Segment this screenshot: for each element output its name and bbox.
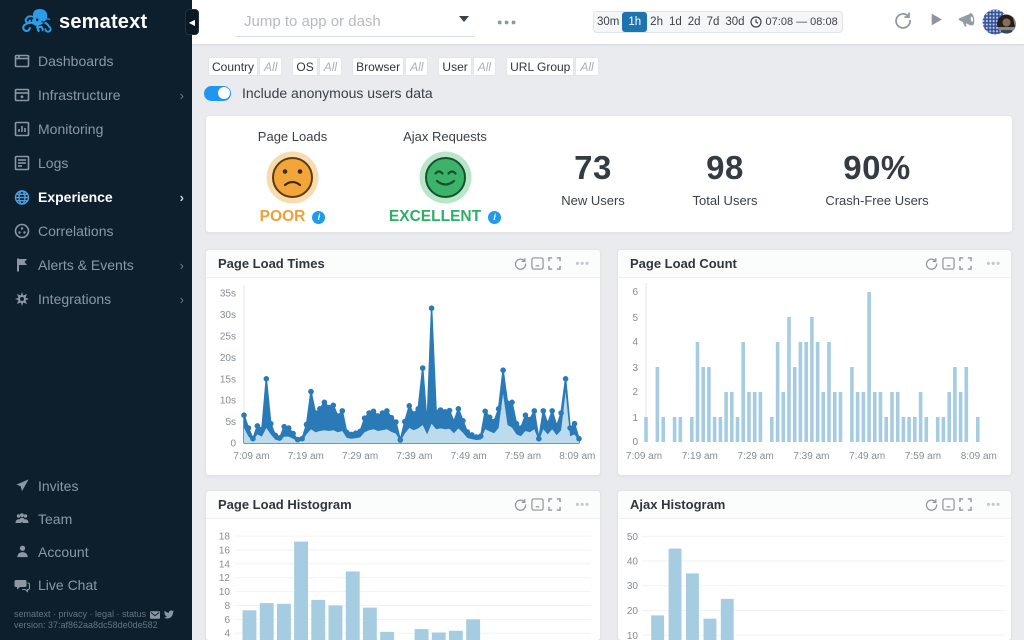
svg-text:15s: 15s (220, 374, 236, 385)
svg-text:14: 14 (219, 559, 231, 570)
svg-text:7:49 am: 7:49 am (451, 451, 487, 462)
svg-text:35s: 35s (220, 289, 236, 300)
svg-text:16: 16 (219, 546, 231, 557)
svg-text:10: 10 (219, 587, 231, 598)
svg-text:7:59 am: 7:59 am (505, 451, 541, 462)
svg-text:40: 40 (627, 557, 639, 568)
svg-text:4: 4 (224, 629, 230, 640)
svg-text:7:19 am: 7:19 am (288, 451, 324, 462)
svg-text:1: 1 (632, 413, 638, 424)
svg-text:8:09 am: 8:09 am (559, 451, 595, 462)
svg-text:50: 50 (627, 532, 639, 543)
svg-text:18: 18 (219, 532, 231, 543)
svg-text:8:09 am: 8:09 am (961, 451, 997, 462)
svg-text:2: 2 (632, 387, 638, 398)
svg-text:8: 8 (224, 601, 230, 612)
svg-text:7:19 am: 7:19 am (682, 451, 718, 462)
svg-text:30s: 30s (220, 310, 236, 321)
svg-text:10: 10 (627, 631, 639, 640)
svg-text:6: 6 (632, 287, 638, 298)
svg-text:5s: 5s (225, 417, 236, 428)
svg-text:30: 30 (627, 581, 639, 592)
svg-text:3: 3 (632, 363, 638, 374)
svg-text:4: 4 (632, 337, 638, 348)
svg-text:6: 6 (224, 615, 230, 626)
svg-text:7:49 am: 7:49 am (849, 451, 885, 462)
svg-text:0: 0 (632, 437, 638, 448)
svg-text:12: 12 (219, 573, 231, 584)
svg-text:7:29 am: 7:29 am (738, 451, 774, 462)
svg-text:25s: 25s (220, 332, 236, 343)
svg-text:10s: 10s (220, 396, 236, 407)
svg-text:7:09 am: 7:09 am (233, 451, 269, 462)
svg-text:7:09 am: 7:09 am (626, 451, 662, 462)
svg-text:20s: 20s (220, 353, 236, 364)
svg-text:7:59 am: 7:59 am (905, 451, 941, 462)
svg-text:20: 20 (627, 606, 639, 617)
svg-text:0: 0 (230, 439, 236, 450)
svg-text:7:39 am: 7:39 am (793, 451, 829, 462)
svg-text:5: 5 (632, 313, 638, 324)
svg-text:7:39 am: 7:39 am (396, 451, 432, 462)
svg-text:7:29 am: 7:29 am (342, 451, 378, 462)
